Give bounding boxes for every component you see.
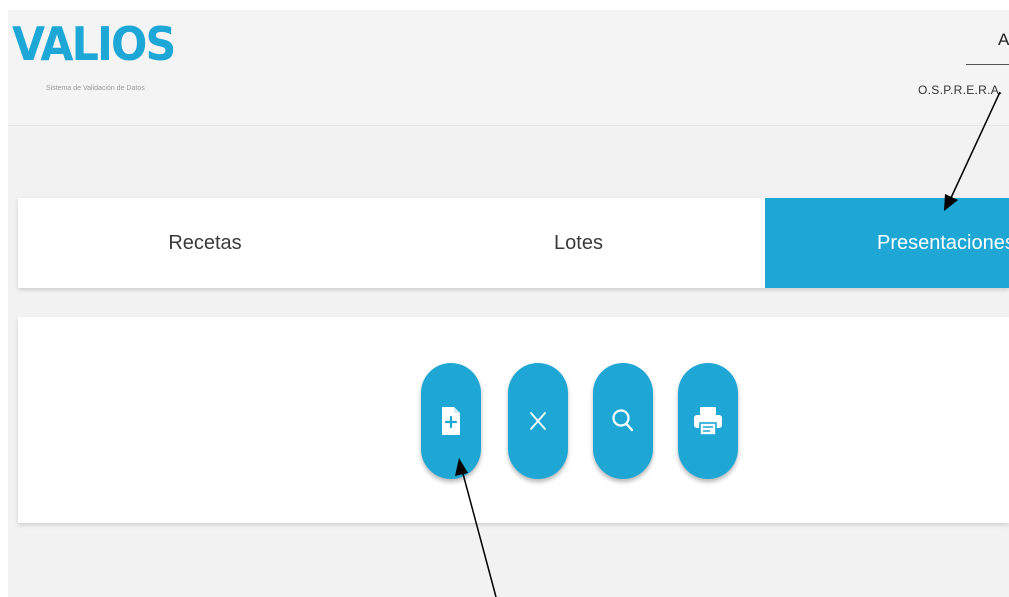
toolbar-panel: [18, 317, 1009, 523]
search-button[interactable]: [593, 363, 653, 479]
printer-icon: [694, 407, 722, 436]
new-document-icon: [442, 407, 460, 435]
new-button[interactable]: [421, 363, 481, 479]
logo: VALIOS: [12, 17, 176, 71]
logo-subtitle: Sistema de Validación de Datos: [46, 85, 145, 92]
header: VALIOS Sistema de Validación de Datos A …: [8, 10, 1009, 126]
tab-recetas[interactable]: Recetas: [18, 198, 392, 288]
tab-bar: Recetas Lotes Presentaciones: [18, 198, 1009, 288]
tab-lotes[interactable]: Lotes: [392, 198, 765, 288]
cancel-button[interactable]: [508, 363, 568, 479]
tab-presentaciones[interactable]: Presentaciones: [765, 198, 1009, 288]
print-button[interactable]: [678, 363, 738, 479]
user-name[interactable]: A: [998, 30, 1009, 50]
app-window: VALIOS Sistema de Validación de Datos A …: [8, 10, 1009, 597]
organization-label: O.S.P.R.E.R.A.: [918, 83, 1003, 97]
search-icon: [612, 409, 634, 432]
user-divider: [966, 64, 1009, 65]
close-icon: [530, 412, 546, 430]
